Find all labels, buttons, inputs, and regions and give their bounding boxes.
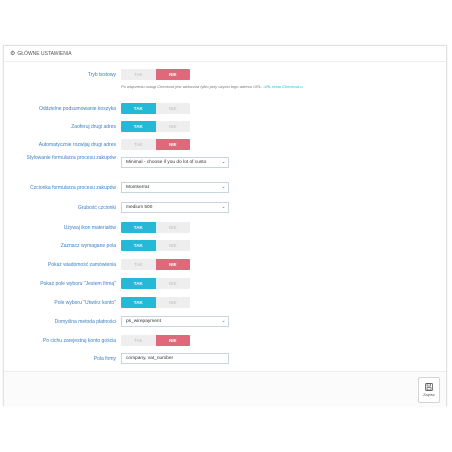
label-company-checkbox: Pokaż pole wyboru "Jestem firmą" — [40, 281, 116, 287]
company-fields-input[interactable]: company, vat_number — [121, 353, 229, 364]
row-form-styling: Stylowanie formularza procesu zakupów Mi… — [4, 155, 446, 169]
chevron-down-icon: ⌄ — [219, 203, 228, 212]
row-mark-required: Zaznacz wymagane pola TAK NIE — [4, 240, 446, 252]
material-icons-no[interactable]: NIE — [155, 222, 190, 233]
label-create-account-checkbox: Pole wyboru "Utwórz konto" — [54, 300, 116, 306]
test-mode-no[interactable]: NIE — [155, 69, 190, 80]
default-payment-select[interactable]: ps_wirepayment ⌄ — [121, 316, 229, 327]
label-order-message: Pokaż wiadomość zamówienia — [47, 262, 116, 268]
panel-header: ⚙ GŁÓWNE USTAWIENIA — [4, 46, 446, 62]
row-separate-cart-summary: Oddzielne podsumowanie koszyka TAK NIE — [4, 103, 446, 115]
default-payment-value: ps_wirepayment — [126, 319, 161, 324]
cogs-icon: ⚙ — [10, 51, 16, 57]
create-account-checkbox-yes[interactable]: TAK — [121, 297, 156, 308]
row-company-fields: Pola firmy company, vat_number — [4, 353, 446, 365]
mark-required-yes[interactable]: TAK — [121, 240, 156, 251]
order-message-yes[interactable]: TAK — [121, 259, 156, 270]
auto-expand-second-address-switch[interactable]: TAK NIE — [121, 139, 190, 150]
offer-second-address-yes[interactable]: TAK — [121, 121, 156, 132]
checkout-test-url-link[interactable]: URL testu Checkout-u — [263, 84, 302, 89]
font-weight-select[interactable]: medium 500 ⌄ — [121, 202, 229, 213]
row-auto-expand-second-address: Automatycznie rozwijaj drugi adres TAK N… — [4, 139, 446, 151]
main-settings-panel: ⚙ GŁÓWNE USTAWIENIA Tryb testowy TAK NIE… — [3, 45, 447, 407]
form-font-select[interactable]: Montserrat ⌄ — [121, 182, 229, 193]
label-test-mode: Tryb testowy — [87, 72, 116, 78]
chevron-down-icon: ⌄ — [219, 158, 228, 167]
font-weight-value: medium 500 — [126, 205, 153, 210]
order-message-switch[interactable]: TAK NIE — [121, 259, 190, 270]
form-styling-select[interactable]: Minimal - choose if you do lot of custo … — [121, 157, 229, 168]
material-icons-yes[interactable]: TAK — [121, 222, 156, 233]
material-icons-switch[interactable]: TAK NIE — [121, 222, 190, 233]
company-checkbox-yes[interactable]: TAK — [121, 278, 156, 289]
label-offer-second-address: Zaoferuj drugi adres — [71, 124, 116, 130]
row-form-font: Czcionka formularza procesu zakupów Mont… — [4, 182, 446, 194]
row-default-payment: Domyślna metoda płatności ps_wirepayment… — [4, 316, 446, 328]
auto-expand-second-address-yes[interactable]: TAK — [121, 139, 156, 150]
separate-cart-summary-yes[interactable]: TAK — [121, 103, 156, 114]
row-test-mode: Tryb testowy TAK NIE — [4, 69, 446, 81]
label-silent-guest-register: Po cichu zarejestruj konto gościa — [42, 338, 116, 344]
label-default-payment: Domyślna metoda płatności — [54, 319, 116, 325]
create-account-checkbox-no[interactable]: NIE — [155, 297, 190, 308]
floppy-disk-icon — [425, 383, 433, 391]
row-create-account-checkbox: Pole wyboru "Utwórz konto" TAK NIE — [4, 297, 446, 309]
label-font-weight: Grubość czcionki — [77, 205, 116, 211]
label-company-fields: Pola firmy — [93, 356, 116, 362]
test-mode-yes[interactable]: TAK — [121, 69, 156, 80]
separate-cart-summary-no[interactable]: NIE — [155, 103, 190, 114]
company-checkbox-switch[interactable]: TAK NIE — [121, 278, 190, 289]
row-company-checkbox: Pokaż pole wyboru "Jestem firmą" TAK NIE — [4, 278, 446, 290]
label-material-icons: Używaj ikon materiałów — [63, 225, 116, 231]
row-offer-second-address: Zaoferuj drugi adres TAK NIE — [4, 121, 446, 133]
form-font-value: Montserrat — [126, 185, 149, 190]
order-message-no[interactable]: NIE — [155, 259, 190, 270]
company-checkbox-no[interactable]: NIE — [155, 278, 190, 289]
offer-second-address-switch[interactable]: TAK NIE — [121, 121, 190, 132]
auto-expand-second-address-no[interactable]: NIE — [155, 139, 190, 150]
form-styling-value: Minimal - choose if you do lot of custo — [126, 160, 207, 165]
silent-guest-register-no[interactable]: NIE — [155, 335, 190, 346]
offer-second-address-no[interactable]: NIE — [155, 121, 190, 132]
chevron-down-icon: ⌄ — [219, 317, 228, 326]
test-mode-switch[interactable]: TAK NIE — [121, 69, 190, 80]
mark-required-no[interactable]: NIE — [155, 240, 190, 251]
create-account-checkbox-switch[interactable]: TAK NIE — [121, 297, 190, 308]
panel-title: GŁÓWNE USTAWIENIA — [17, 50, 72, 57]
test-mode-help: Po włączeniu usługi Checkout jest widocz… — [121, 84, 303, 89]
label-separate-cart-summary: Oddzielne podsumowanie koszyka — [39, 106, 116, 112]
mark-required-switch[interactable]: TAK NIE — [121, 240, 190, 251]
save-button[interactable]: Zapisz — [418, 377, 440, 403]
row-silent-guest-register: Po cichu zarejestruj konto gościa TAK NI… — [4, 335, 446, 347]
separate-cart-summary-switch[interactable]: TAK NIE — [121, 103, 190, 114]
chevron-down-icon: ⌄ — [219, 183, 228, 192]
silent-guest-register-yes[interactable]: TAK — [121, 335, 156, 346]
silent-guest-register-switch[interactable]: TAK NIE — [121, 335, 190, 346]
save-label: Zapisz — [423, 392, 435, 397]
label-form-font: Czcionka formularza procesu zakupów — [30, 185, 116, 191]
row-material-icons: Używaj ikon materiałów TAK NIE — [4, 222, 446, 234]
label-auto-expand-second-address: Automatycznie rozwijaj drugi adres — [38, 142, 116, 148]
row-order-message: Pokaż wiadomość zamówienia TAK NIE — [4, 259, 446, 271]
label-form-styling: Stylowanie formularza procesu zakupów — [26, 155, 117, 161]
label-mark-required: Zaznacz wymagane pola — [60, 243, 116, 249]
panel-footer: Zapisz — [4, 371, 446, 407]
row-font-weight: Grubość czcionki medium 500 ⌄ — [4, 202, 446, 214]
